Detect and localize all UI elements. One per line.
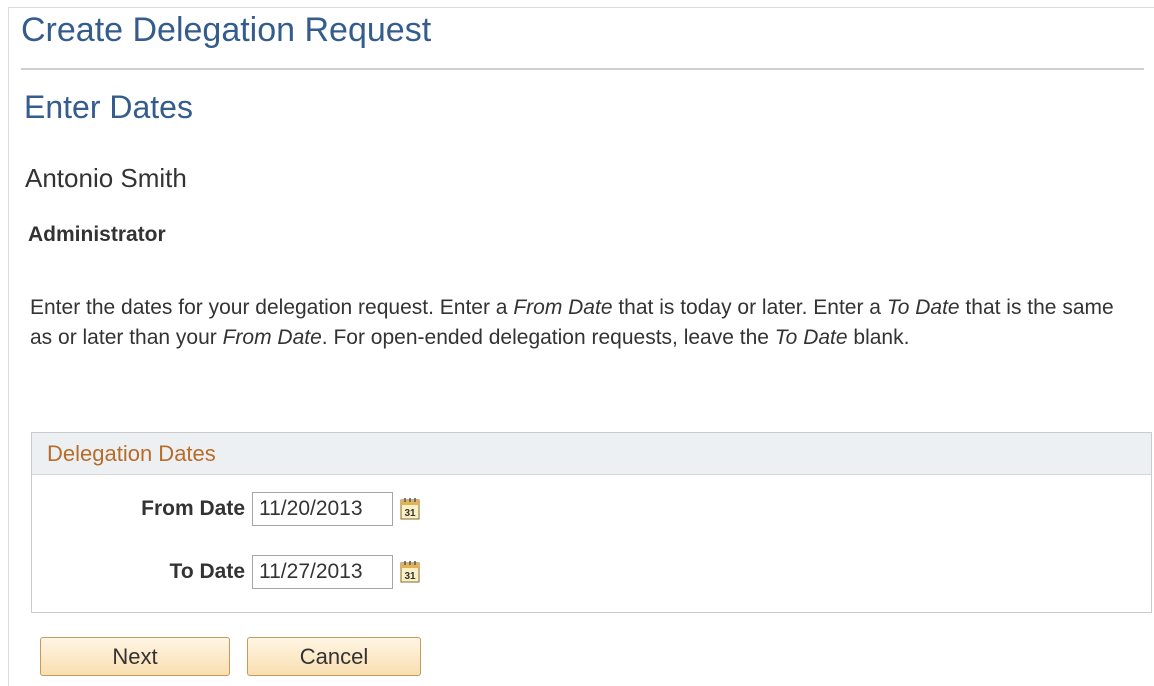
frame-top-border <box>8 7 1154 8</box>
instructions-to-date-term-2: To Date <box>774 326 848 349</box>
from-date-label: From Date <box>141 497 245 520</box>
to-date-calendar-icon[interactable]: 31 <box>399 560 421 584</box>
delegation-dates-group: Delegation Dates From Date 31 To Date <box>31 432 1152 613</box>
instructions-part-4: . For open-ended delegation requests, le… <box>321 326 775 349</box>
to-date-label: To Date <box>169 560 245 583</box>
instructions-text: Enter the dates for your delegation requ… <box>30 293 1130 353</box>
to-date-calendar-day: 31 <box>404 571 416 582</box>
instructions-part-2: that is today or later. Enter a <box>612 296 887 319</box>
title-divider <box>21 68 1144 70</box>
instructions-part-1: Enter the dates for your delegation requ… <box>30 296 514 319</box>
instructions-part-5: blank. <box>847 326 910 349</box>
to-date-row: To Date 31 <box>42 555 421 589</box>
employee-name: Antonio Smith <box>25 163 187 193</box>
cancel-button[interactable]: Cancel <box>247 637 421 676</box>
from-date-calendar-icon[interactable]: 31 <box>399 497 421 521</box>
delegation-dates-header: Delegation Dates <box>32 433 1151 475</box>
frame-left-border <box>8 7 9 686</box>
section-title: Enter Dates <box>24 89 193 125</box>
create-delegation-request-page: Create Delegation Request Enter Dates An… <box>0 0 1154 686</box>
from-date-input[interactable] <box>252 492 393 526</box>
from-date-calendar-day: 31 <box>404 508 416 519</box>
page-title: Create Delegation Request <box>21 11 432 49</box>
instructions-to-date-term: To Date <box>886 296 960 319</box>
next-button[interactable]: Next <box>40 637 230 676</box>
from-date-row: From Date 31 <box>42 492 421 526</box>
instructions-from-date-term: From Date <box>513 296 613 319</box>
to-date-input[interactable] <box>252 555 393 589</box>
instructions-from-date-term-2: From Date <box>222 326 322 349</box>
employee-role: Administrator <box>28 223 166 246</box>
